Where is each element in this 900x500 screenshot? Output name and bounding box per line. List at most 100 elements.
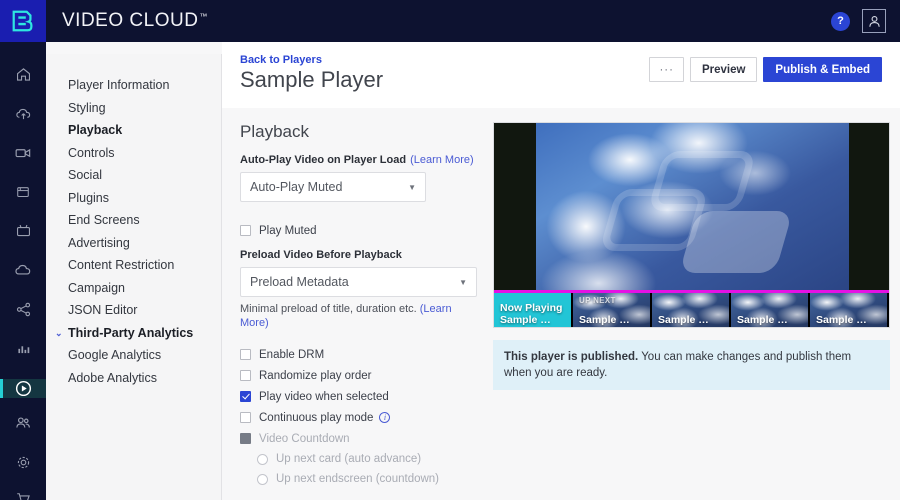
video-countdown-label: Video Countdown bbox=[259, 433, 350, 445]
menu-label: Third-Party Analytics bbox=[68, 326, 193, 340]
app-root: VIDEO CLOUD™ ? bbox=[0, 0, 900, 500]
rail-item-upload[interactable] bbox=[0, 105, 46, 122]
playlist-item[interactable]: Sample … bbox=[652, 293, 731, 328]
play-muted-checkbox[interactable] bbox=[240, 225, 251, 236]
rail-item-video[interactable] bbox=[0, 144, 46, 162]
menu-label: Google Analytics bbox=[68, 348, 161, 362]
rail-item-settings[interactable] bbox=[0, 454, 46, 471]
rail-item-home[interactable] bbox=[0, 66, 46, 83]
preload-hint: Minimal preload of title, duration etc. … bbox=[240, 302, 468, 330]
playlist-item[interactable]: Sample … bbox=[731, 293, 810, 328]
rail-item-cart[interactable] bbox=[0, 493, 46, 500]
content-panel: Back to Players Sample Player ··· Previe… bbox=[222, 42, 900, 500]
menu-item-player-information[interactable]: Player Information bbox=[46, 74, 221, 97]
bar-chart-icon bbox=[15, 340, 32, 357]
player-preview[interactable]: Now Playing Sample … UP NEXT Sample … Sa… bbox=[493, 122, 890, 328]
rail-item-share[interactable] bbox=[0, 301, 46, 318]
section-title-playback: Playback bbox=[240, 122, 485, 142]
radio-row-up-next-endscreen[interactable]: Up next endscreen (countdown) bbox=[257, 469, 485, 489]
preload-hint-text: Minimal preload of title, duration etc. bbox=[240, 303, 420, 315]
more-options-button[interactable]: ··· bbox=[649, 57, 684, 82]
rail-item-audience[interactable] bbox=[0, 414, 46, 432]
menu-label: Controls bbox=[68, 146, 115, 160]
brightcove-logo-tile[interactable] bbox=[0, 0, 46, 42]
menu-label: Social bbox=[68, 168, 102, 182]
up-next-endscreen-label: Up next endscreen (countdown) bbox=[276, 473, 439, 485]
publish-and-embed-button[interactable]: Publish & Embed bbox=[763, 57, 882, 82]
chevron-down-icon: ⌄ bbox=[55, 322, 63, 345]
checkbox-row-continuous-play-mode[interactable]: Continuous play mode i bbox=[240, 407, 485, 428]
playback-settings-column: Playback Auto-Play Video on Player Load (… bbox=[240, 122, 485, 489]
playlist-item[interactable]: UP NEXT Sample … bbox=[573, 293, 652, 328]
header-titles: Back to Players Sample Player bbox=[240, 54, 383, 93]
chevron-down-icon: ▼ bbox=[408, 183, 416, 192]
preview-button[interactable]: Preview bbox=[690, 57, 757, 82]
play-circle-icon bbox=[14, 379, 33, 398]
playlist-item[interactable]: Sample … bbox=[810, 293, 889, 328]
share-network-icon bbox=[15, 301, 32, 318]
published-status-banner: This player is published. You can make c… bbox=[493, 340, 890, 390]
menu-item-content-restriction[interactable]: Content Restriction bbox=[46, 254, 221, 277]
checkbox-row-randomize-play-order[interactable]: Randomize play order bbox=[240, 365, 485, 386]
checkbox-row-play-muted[interactable]: Play Muted bbox=[240, 220, 485, 241]
brand-title: VIDEO CLOUD™ bbox=[62, 10, 208, 32]
autoplay-label-text: Auto-Play Video on Player Load bbox=[240, 154, 406, 166]
randomize-play-order-label: Randomize play order bbox=[259, 370, 372, 382]
cloud-icon bbox=[14, 261, 32, 279]
rail-item-live[interactable] bbox=[0, 222, 46, 239]
player-preview-column: Now Playing Sample … UP NEXT Sample … Sa… bbox=[485, 122, 890, 489]
shopping-cart-icon bbox=[15, 490, 32, 500]
menu-item-playback[interactable]: Playback bbox=[46, 119, 221, 142]
header-actions: ··· Preview Publish & Embed bbox=[649, 54, 882, 82]
menu-item-third-party-analytics[interactable]: ⌄ Third-Party Analytics bbox=[46, 322, 221, 345]
menu-item-end-screens[interactable]: End Screens bbox=[46, 209, 221, 232]
enable-drm-checkbox[interactable] bbox=[240, 349, 251, 360]
menu-item-advertising[interactable]: Advertising bbox=[46, 232, 221, 255]
menu-item-social[interactable]: Social bbox=[46, 164, 221, 187]
up-next-card-radio[interactable] bbox=[257, 454, 268, 465]
playlist-item-title: Now Playing Sample … bbox=[500, 302, 568, 326]
help-icon[interactable]: ? bbox=[831, 12, 850, 31]
up-next-card-label: Up next card (auto advance) bbox=[276, 453, 421, 465]
continuous-play-mode-label: Continuous play mode bbox=[259, 412, 373, 424]
top-bar: VIDEO CLOUD™ ? bbox=[0, 0, 900, 42]
spacer bbox=[240, 202, 485, 220]
menu-item-styling[interactable]: Styling bbox=[46, 97, 221, 120]
player-settings-menu: Player Information Styling Playback Cont… bbox=[46, 54, 222, 500]
checkbox-row-enable-drm[interactable]: Enable DRM bbox=[240, 344, 485, 365]
page-title: Sample Player bbox=[240, 67, 383, 93]
menu-item-google-analytics[interactable]: Google Analytics bbox=[46, 344, 221, 367]
video-stage[interactable] bbox=[494, 123, 889, 290]
rail-item-cloud[interactable] bbox=[0, 261, 46, 279]
randomize-play-order-checkbox[interactable] bbox=[240, 370, 251, 381]
menu-label: Plugins bbox=[68, 191, 109, 205]
menu-item-campaign[interactable]: Campaign bbox=[46, 277, 221, 300]
playlist-item-now-playing[interactable]: Now Playing Sample … bbox=[494, 293, 573, 328]
menu-label: Adobe Analytics bbox=[68, 371, 157, 385]
menu-item-plugins[interactable]: Plugins bbox=[46, 187, 221, 210]
up-next-endscreen-radio[interactable] bbox=[257, 474, 268, 485]
rail-item-media-folder[interactable] bbox=[0, 184, 46, 200]
rail-item-analytics[interactable] bbox=[0, 340, 46, 357]
autoplay-select[interactable]: Auto-Play Muted ▼ bbox=[240, 172, 426, 202]
radio-row-up-next-card[interactable]: Up next card (auto advance) bbox=[257, 449, 485, 469]
checkbox-row-play-video-when-selected[interactable]: Play video when selected bbox=[240, 386, 485, 407]
preload-select[interactable]: Preload Metadata ▼ bbox=[240, 267, 477, 297]
menu-item-controls[interactable]: Controls bbox=[46, 142, 221, 165]
play-video-when-selected-checkbox[interactable] bbox=[240, 391, 251, 402]
back-to-players-link[interactable]: Back to Players bbox=[240, 54, 383, 66]
menu-item-adobe-analytics[interactable]: Adobe Analytics bbox=[46, 367, 221, 390]
menu-label: Playback bbox=[68, 123, 122, 137]
spacer bbox=[240, 241, 485, 249]
chevron-down-icon: ▼ bbox=[459, 278, 467, 287]
brightcove-b-logo-icon bbox=[10, 8, 36, 34]
autoplay-learn-more-link[interactable]: (Learn More) bbox=[410, 154, 474, 166]
autoplay-selected-value: Auto-Play Muted bbox=[250, 180, 342, 194]
rail-item-players[interactable] bbox=[0, 379, 46, 398]
user-account-icon[interactable] bbox=[862, 9, 886, 33]
menu-item-json-editor[interactable]: JSON Editor bbox=[46, 299, 221, 322]
continuous-play-mode-checkbox[interactable] bbox=[240, 412, 251, 423]
play-muted-label: Play Muted bbox=[259, 225, 317, 237]
published-status-bold: This player is published. bbox=[504, 351, 638, 363]
info-icon[interactable]: i bbox=[379, 412, 390, 423]
